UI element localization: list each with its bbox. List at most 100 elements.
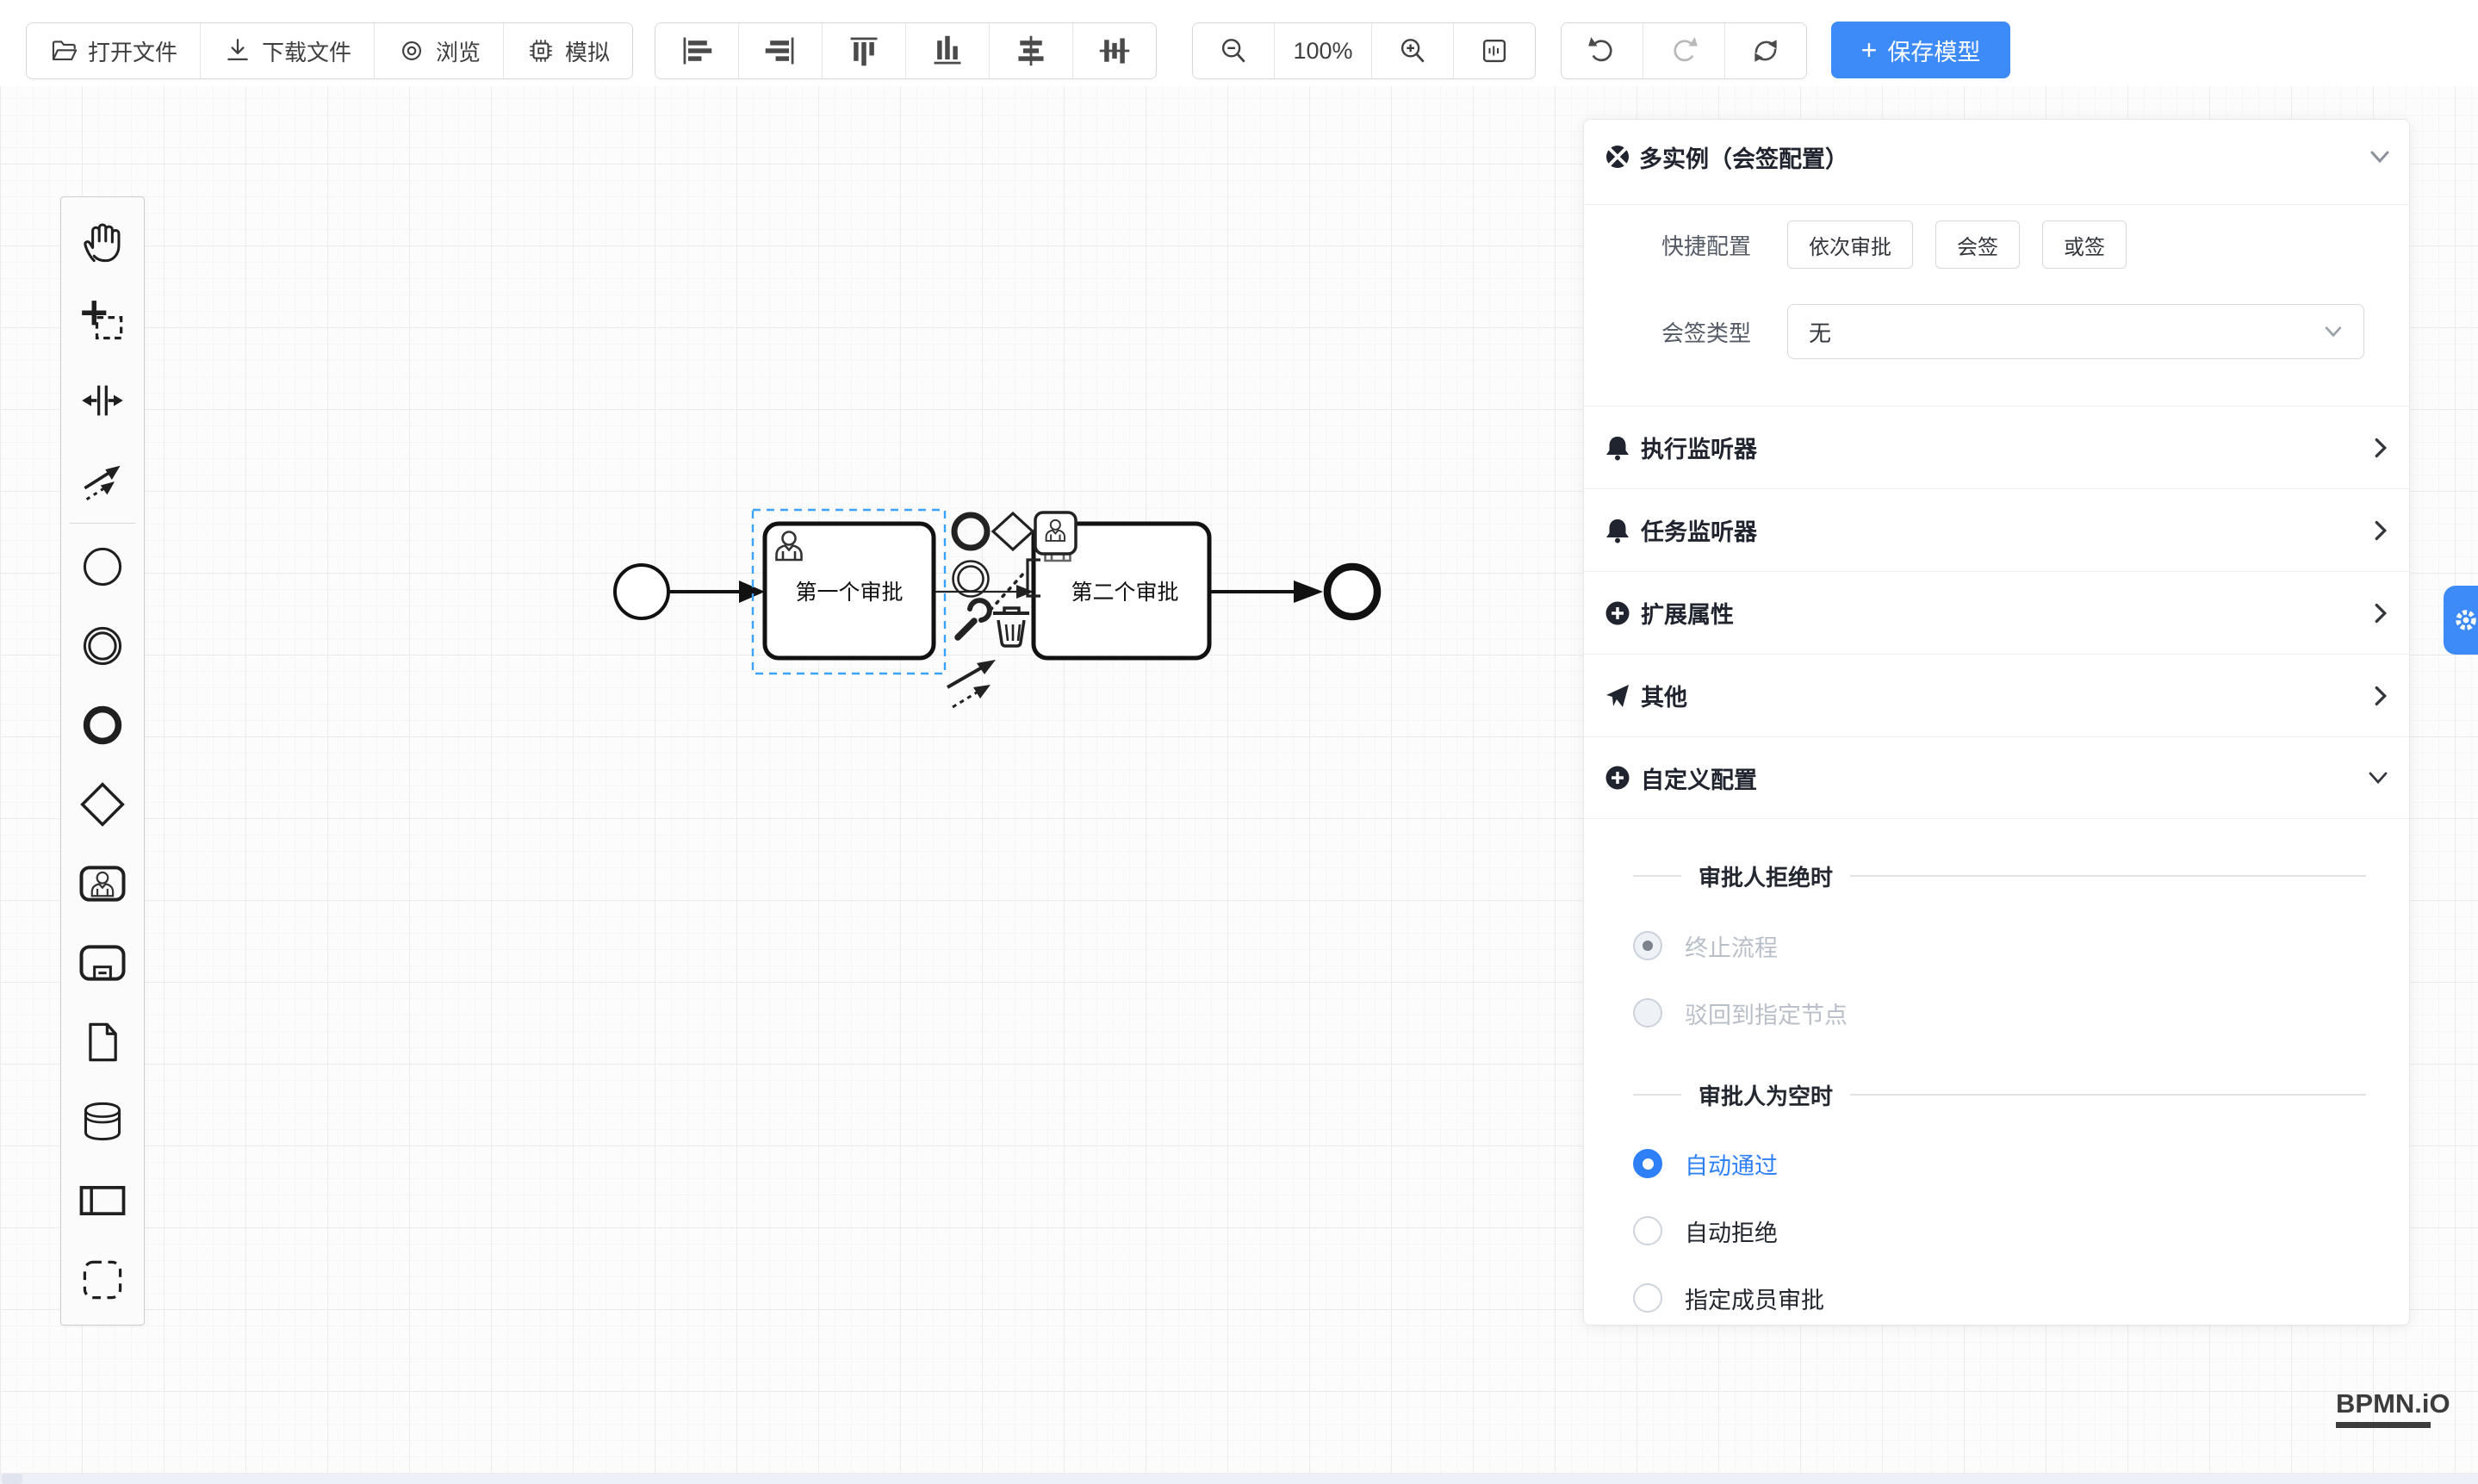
align-top-button[interactable] [823, 23, 906, 78]
align-right-button[interactable] [739, 23, 823, 78]
fit-viewport-button[interactable] [1454, 23, 1535, 78]
section-label: 扩展属性 [1641, 596, 2363, 630]
quick-option-sequential[interactable]: 依次审批 [1787, 220, 1913, 269]
fit-viewport-icon [1478, 34, 1511, 67]
bpmn-io-watermark[interactable]: BPMN.iO [2336, 1388, 2431, 1428]
section-extended-properties[interactable]: 扩展属性 [1584, 571, 2409, 654]
horizontal-scrollbar-track[interactable] [0, 1474, 2478, 1484]
align-top-icon [847, 34, 881, 68]
align-left-icon [680, 34, 714, 68]
trash-icon[interactable] [993, 608, 1029, 646]
palette-intermediate-event[interactable] [61, 606, 144, 686]
radio-assign-member[interactable]: 指定成员审批 [1633, 1279, 1824, 1317]
quick-option-countersign[interactable]: 会签 [1935, 220, 2020, 269]
align-left-button[interactable] [655, 23, 739, 78]
align-center-vertical-icon [1097, 34, 1132, 68]
save-model-button[interactable]: + 保存模型 [1831, 22, 2010, 78]
radio-icon [1633, 1149, 1662, 1178]
quick-option-orsign[interactable]: 或签 [2042, 220, 2127, 269]
settings-tab[interactable] [2444, 586, 2478, 655]
countersign-type-label: 会签类型 [1661, 316, 1787, 348]
palette-data-store[interactable] [61, 1082, 144, 1161]
preview-button[interactable]: 浏览 [375, 23, 504, 78]
global-connect-tool-icon [80, 457, 125, 502]
horizontal-scrollbar-thumb[interactable] [2, 1474, 22, 1484]
toolbar: 打开文件 下载文件 浏览 模拟 [0, 0, 2478, 86]
zoom-out-button[interactable] [1193, 23, 1275, 78]
start-event[interactable] [615, 565, 668, 618]
plus-icon: + [1861, 36, 1878, 64]
download-file-button[interactable]: 下载文件 [201, 23, 375, 78]
divider [1850, 1094, 2366, 1096]
palette-end-event[interactable] [61, 686, 144, 765]
save-model-label: 保存模型 [1887, 34, 1980, 67]
undo-button[interactable] [1562, 23, 1643, 78]
palette-data-object[interactable] [61, 1003, 144, 1082]
end-event[interactable] [1327, 567, 1377, 617]
chevron-right-icon [2373, 437, 2388, 459]
palette-group[interactable] [61, 1240, 144, 1319]
append-gateway-icon[interactable] [993, 513, 1033, 550]
zoom-in-button[interactable] [1372, 23, 1454, 78]
refresh-icon [1749, 34, 1782, 67]
panel-sections: 执行监听器 任务监听器 扩展属性 [1584, 406, 2409, 819]
radio-label: 自动通过 [1685, 1147, 1778, 1181]
palette-start-event[interactable] [61, 527, 144, 606]
sequence-flow-1[interactable] [669, 581, 765, 603]
radio-icon [1633, 931, 1662, 960]
open-file-button[interactable]: 打开文件 [27, 23, 201, 78]
radio-auto-reject[interactable]: 自动拒绝 [1633, 1212, 1778, 1250]
align-center-horizontal-button[interactable] [990, 23, 1073, 78]
wrench-icon[interactable] [958, 600, 990, 637]
align-center-vertical-button[interactable] [1073, 23, 1156, 78]
multi-instance-icon [1605, 144, 1630, 170]
end-event-icon [80, 703, 125, 748]
sequence-flow-3[interactable] [1211, 581, 1323, 603]
append-end-event-icon[interactable] [954, 515, 987, 548]
align-button-group [655, 22, 1157, 79]
sequence-flow-2[interactable] [935, 585, 1034, 599]
section-label: 其他 [1641, 679, 2363, 712]
palette-global-connect-tool[interactable] [61, 440, 144, 519]
countersign-type-select[interactable]: 无 [1787, 304, 2364, 359]
section-execution-listener[interactable]: 执行监听器 [1584, 406, 2409, 488]
radio-icon [1633, 1216, 1662, 1245]
section-label: 自定义配置 [1641, 761, 2357, 795]
append-intermediate-event-icon[interactable] [953, 562, 989, 597]
align-right-icon [763, 34, 798, 68]
palette-subprocess[interactable] [61, 923, 144, 1003]
align-bottom-icon [930, 34, 965, 68]
hand-tool-icon [80, 220, 125, 264]
simulate-button[interactable]: 模拟 [504, 23, 632, 78]
palette-participant[interactable] [61, 1161, 144, 1240]
palette-user-task[interactable] [61, 844, 144, 923]
empty-group-heading: 审批人为空时 [1633, 1076, 2366, 1114]
redo-button[interactable] [1643, 23, 1725, 78]
palette-lasso-tool[interactable] [61, 282, 144, 361]
plus-circle-icon [1605, 600, 1630, 626]
divider [1633, 1094, 1681, 1096]
open-file-label: 打开文件 [88, 35, 177, 67]
task-first-approval[interactable]: 第一个审批 [765, 524, 934, 658]
radio-terminate-process[interactable]: 终止流程 [1633, 927, 1778, 965]
section-other[interactable]: 其他 [1584, 654, 2409, 736]
palette-gateway[interactable] [61, 765, 144, 844]
palette-space-tool[interactable] [61, 361, 144, 440]
paper-plane-icon [1605, 683, 1630, 709]
section-task-listener[interactable]: 任务监听器 [1584, 488, 2409, 571]
radio-label: 驳回到指定节点 [1685, 997, 1848, 1030]
palette-separator [70, 523, 135, 524]
radio-return-to-node[interactable]: 驳回到指定节点 [1633, 994, 1848, 1032]
align-bottom-button[interactable] [906, 23, 990, 78]
undo-icon [1586, 34, 1618, 67]
section-custom-config[interactable]: 自定义配置 [1584, 736, 2409, 819]
reset-button[interactable] [1725, 23, 1806, 78]
connect-tool-icon[interactable] [947, 660, 996, 707]
multi-instance-header[interactable]: 多实例（会签配置） [1605, 132, 2390, 182]
bell-icon [1605, 518, 1630, 543]
radio-auto-pass[interactable]: 自动通过 [1633, 1145, 1778, 1183]
zoom-level: 100% [1275, 23, 1372, 78]
append-user-task-icon[interactable] [1035, 512, 1076, 554]
palette-hand-tool[interactable] [61, 202, 144, 282]
divider [1584, 204, 2409, 205]
